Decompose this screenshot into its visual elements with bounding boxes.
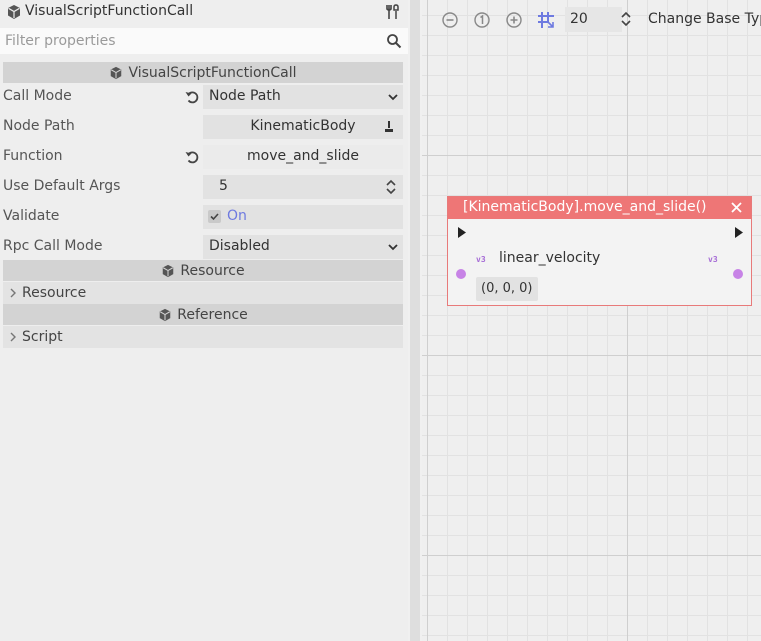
clear-path-icon[interactable] (383, 120, 395, 134)
call-mode-value: Node Path (209, 88, 281, 104)
snap-grid-icon[interactable] (536, 10, 556, 30)
node-path-button[interactable]: KinematicBody (203, 115, 403, 139)
cube-icon (8, 5, 20, 19)
snap-value-spinbox[interactable]: 20 (565, 7, 631, 32)
property-label: Call Mode (3, 88, 72, 104)
zoom-out-icon[interactable] (440, 10, 460, 30)
node-path-value: KinematicBody (250, 118, 356, 134)
cube-icon (163, 264, 174, 277)
property-use-default-args: Use Default Args 5 (3, 174, 403, 200)
use-default-args-spinbox[interactable]: 5 (203, 175, 403, 199)
property-rpc-call-mode: Rpc Call Mode Disabled (3, 234, 403, 260)
subsection-label: Resource (22, 285, 87, 301)
property-label: Validate (3, 208, 60, 224)
call-mode-dropdown[interactable]: Node Path (203, 85, 403, 109)
rpc-call-mode-value: Disabled (209, 238, 270, 254)
property-label: Use Default Args (3, 178, 121, 194)
chevron-right-icon (10, 288, 16, 298)
chevron-right-icon (10, 332, 16, 342)
vector3-type-icon: v3 (708, 255, 718, 264)
input-port-dot[interactable] (456, 269, 466, 279)
change-base-type-button[interactable]: Change Base Type (648, 11, 761, 27)
validate-value: On (227, 208, 247, 224)
cube-icon (111, 66, 122, 79)
spin-arrows-icon[interactable] (385, 179, 397, 195)
snap-value: 20 (570, 11, 588, 27)
section-title: VisualScriptFunctionCall (128, 64, 297, 81)
inspector-object-title: VisualScriptFunctionCall (25, 3, 194, 19)
section-visualscriptfunctioncall: VisualScriptFunctionCall (3, 62, 403, 83)
input-port-label: linear_velocity (499, 250, 601, 266)
zoom-in-icon[interactable] (504, 10, 524, 30)
property-label: Function (3, 148, 63, 164)
sequence-output-port-icon[interactable] (734, 227, 744, 238)
search-icon (387, 34, 402, 49)
input-port-default-value[interactable]: (0, 0, 0) (476, 277, 538, 301)
function-value: move_and_slide (246, 148, 359, 164)
revert-icon[interactable] (184, 149, 200, 165)
cube-icon (160, 308, 171, 321)
section-title: Reference (177, 306, 248, 323)
use-default-args-value: 5 (219, 178, 228, 194)
chevron-down-icon (388, 244, 398, 251)
section-title: Resource (180, 262, 245, 279)
zoom-reset-icon[interactable] (472, 10, 492, 30)
subsection-resource[interactable]: Resource (3, 282, 403, 304)
spin-arrows-icon[interactable] (620, 11, 632, 27)
vector3-type-icon: v3 (476, 255, 486, 264)
validate-checkbox[interactable]: On (203, 205, 403, 229)
node-title: [KinematicBody].move_and_slide() (463, 199, 707, 215)
close-icon[interactable] (730, 201, 743, 214)
function-call-node[interactable]: [KinematicBody].move_and_slide() v3 line… (447, 196, 752, 306)
property-label: Rpc Call Mode (3, 238, 103, 254)
inspector-panel: VisualScriptFunctionCall Filter properti… (0, 0, 408, 641)
node-titlebar[interactable]: [KinematicBody].move_and_slide() (448, 197, 751, 219)
inspector-header: VisualScriptFunctionCall (0, 0, 408, 26)
chevron-down-icon (388, 94, 398, 101)
section-resource: Resource (3, 260, 403, 281)
rpc-call-mode-dropdown[interactable]: Disabled (203, 235, 403, 259)
section-reference: Reference (3, 304, 403, 325)
subsection-script[interactable]: Script (3, 326, 403, 348)
property-node-path: Node Path KinematicBody (3, 114, 403, 140)
tools-icon[interactable] (385, 4, 401, 20)
property-function: Function move_and_slide (3, 144, 403, 170)
graph-canvas[interactable] (422, 0, 761, 641)
property-call-mode: Call Mode Node Path (3, 84, 403, 110)
function-selector[interactable]: move_and_slide (203, 145, 403, 169)
filter-properties-input[interactable]: Filter properties (0, 28, 408, 54)
revert-icon[interactable] (184, 89, 200, 105)
subsection-label: Script (22, 329, 63, 345)
filter-placeholder: Filter properties (5, 33, 116, 49)
property-validate: Validate On (3, 204, 403, 230)
checkbox-checked-icon (208, 210, 221, 223)
property-label: Node Path (3, 118, 75, 134)
output-port-dot[interactable] (733, 269, 743, 279)
sequence-input-port-icon[interactable] (457, 227, 467, 238)
panel-splitter[interactable] (410, 0, 420, 641)
